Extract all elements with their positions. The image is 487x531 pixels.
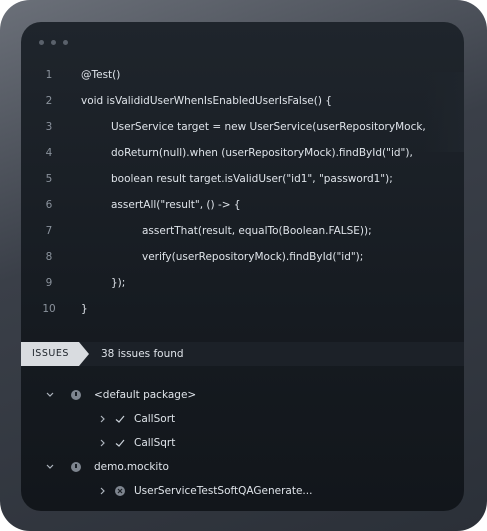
line-number: 10: [42, 303, 56, 315]
window-dot[interactable]: [51, 40, 56, 45]
chevron-right-icon[interactable]: [97, 481, 107, 501]
code-line: 4 doReturn(null).when (userRepositoryMoc…: [21, 143, 464, 163]
code-text: UserService target = new UserService(use…: [111, 121, 426, 133]
tree-item-callsqrt[interactable]: CallSqrt: [97, 433, 397, 453]
tree-item-callsort[interactable]: CallSort: [97, 409, 397, 429]
tree-label: CallSort: [134, 413, 176, 425]
line-number: 6: [45, 199, 53, 211]
tree-label: UserServiceTestSoftQAGenerate...: [134, 485, 313, 497]
tree-label: CallSqrt: [134, 437, 176, 449]
line-number: 7: [45, 225, 53, 237]
line-number: 4: [45, 147, 53, 159]
chevron-down-icon[interactable]: [45, 457, 55, 477]
code-text: });: [111, 277, 126, 289]
code-line: 7 assertThat(result, equalTo(Boolean.FAL…: [21, 221, 464, 241]
window-controls: [39, 40, 68, 45]
code-line: 6 assertAll("result", () -> {: [21, 195, 464, 215]
info-icon: [71, 390, 81, 400]
line-number: 1: [45, 69, 53, 81]
line-number: 9: [45, 277, 53, 289]
code-line: 9 });: [21, 273, 464, 293]
code-line: 10 }: [21, 299, 464, 319]
issues-count: 38 issues found: [101, 348, 184, 360]
tree-item-demo-mockito[interactable]: demo.mockito: [45, 457, 445, 477]
tree-label: <default package>: [94, 389, 197, 401]
line-number: 5: [45, 173, 53, 185]
issues-tab[interactable]: ISSUES: [21, 342, 89, 366]
code-text: doReturn(null).when (userRepositoryMock)…: [111, 147, 413, 159]
overflow-fade: [424, 72, 464, 152]
tree-label: demo.mockito: [94, 461, 169, 473]
issues-panel-header: ISSUES 38 issues found: [21, 342, 464, 366]
code-line: 8 verify(userRepositoryMock).findById("i…: [21, 247, 464, 267]
code-text: assertThat(result, equalTo(Boolean.FALSE…: [142, 225, 372, 237]
code-line: 5 boolean result target.isValidUser("id1…: [21, 169, 464, 189]
window-dot[interactable]: [39, 40, 44, 45]
code-text: verify(userRepositoryMock).findById("id"…: [142, 251, 364, 263]
line-number: 2: [45, 95, 53, 107]
code-text: boolean result target.isValidUser("id1",…: [111, 173, 393, 185]
editor-window: 1 @Test() 2 void isValididUserWhenIsEnab…: [21, 22, 464, 511]
error-icon: [115, 486, 125, 496]
tree-item-default-package[interactable]: <default package>: [45, 385, 445, 405]
check-icon: [115, 439, 125, 447]
device-frame: 1 @Test() 2 void isValididUserWhenIsEnab…: [0, 0, 487, 531]
info-icon: [71, 462, 81, 472]
line-number: 3: [45, 121, 53, 133]
check-icon: [115, 415, 125, 423]
code-line: 2 void isValididUserWhenIsEnabledUserIsF…: [21, 91, 464, 111]
chevron-right-icon[interactable]: [97, 433, 107, 453]
chevron-right-icon[interactable]: [97, 409, 107, 429]
line-number: 8: [45, 251, 53, 263]
code-text: @Test(): [81, 69, 121, 81]
code-line: 3 UserService target = new UserService(u…: [21, 117, 464, 137]
code-text: }: [81, 303, 88, 315]
window-dot[interactable]: [63, 40, 68, 45]
code-text: void isValididUserWhenIsEnabledUserIsFal…: [81, 95, 332, 107]
code-text: assertAll("result", () -> {: [111, 199, 241, 211]
code-line: 1 @Test(): [21, 65, 464, 85]
chevron-down-icon[interactable]: [45, 385, 55, 405]
tree-item-generated-test[interactable]: UserServiceTestSoftQAGenerate...: [97, 481, 457, 501]
